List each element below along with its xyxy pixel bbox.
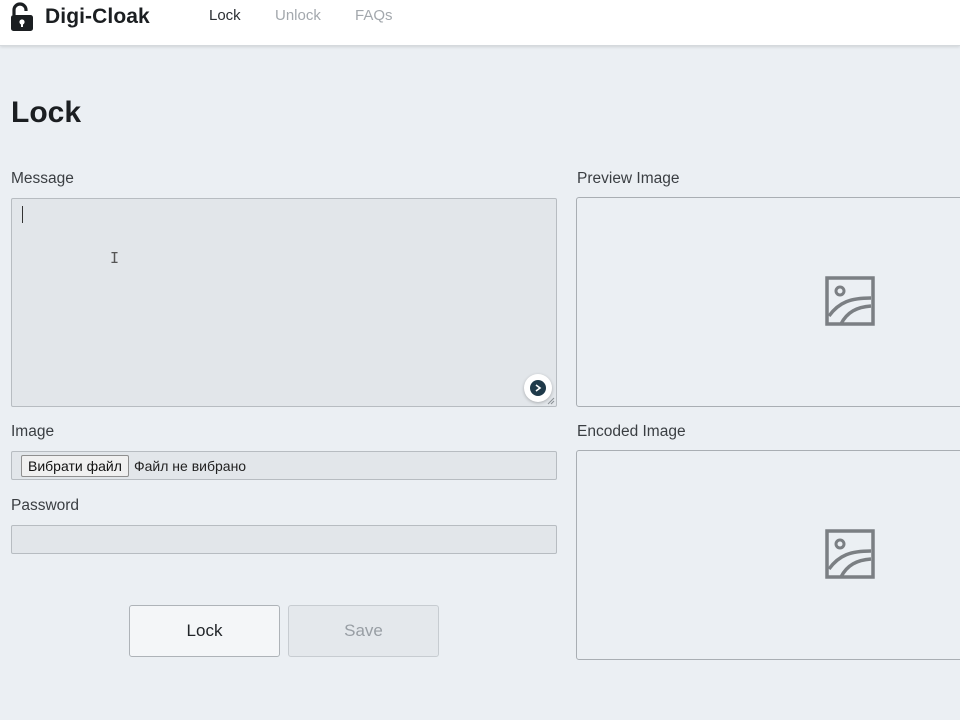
image-placeholder-icon (825, 529, 875, 579)
preview-image-label: Preview Image (577, 170, 680, 187)
save-button[interactable]: Save (288, 605, 439, 657)
image-placeholder-icon (825, 276, 875, 326)
nav-link-unlock[interactable]: Unlock (275, 7, 321, 24)
nav-link-lock[interactable]: Lock (209, 7, 241, 24)
message-textarea[interactable]: I (11, 198, 557, 407)
message-label: Message (11, 170, 74, 187)
lock-button[interactable]: Lock (129, 605, 280, 657)
image-label: Image (11, 423, 55, 440)
password-input[interactable] (11, 525, 557, 554)
image-file-input[interactable]: Вибрати файл Файл не вибрано (11, 451, 557, 480)
encoded-image-label: Encoded Image (577, 423, 686, 440)
choose-file-button[interactable]: Вибрати файл (21, 455, 129, 477)
password-label: Password (11, 497, 80, 514)
encoded-image-panel (576, 450, 960, 660)
navbar: Digi-Cloak Lock Unlock FAQs (0, 0, 960, 46)
ibeam-cursor-icon: I (110, 249, 120, 267)
text-caret (22, 206, 23, 223)
preview-image-panel (576, 197, 960, 407)
nav-link-faqs[interactable]: FAQs (355, 7, 393, 24)
brand-name: Digi-Cloak (45, 5, 150, 28)
unlocked-padlock-icon (11, 2, 33, 31)
file-status-text: Файл не вибрано (134, 458, 247, 474)
brand[interactable]: Digi-Cloak (10, 2, 150, 32)
grammar-assistant-icon (530, 380, 546, 396)
resize-handle-icon[interactable] (547, 397, 555, 405)
page-title: Lock (11, 96, 82, 129)
